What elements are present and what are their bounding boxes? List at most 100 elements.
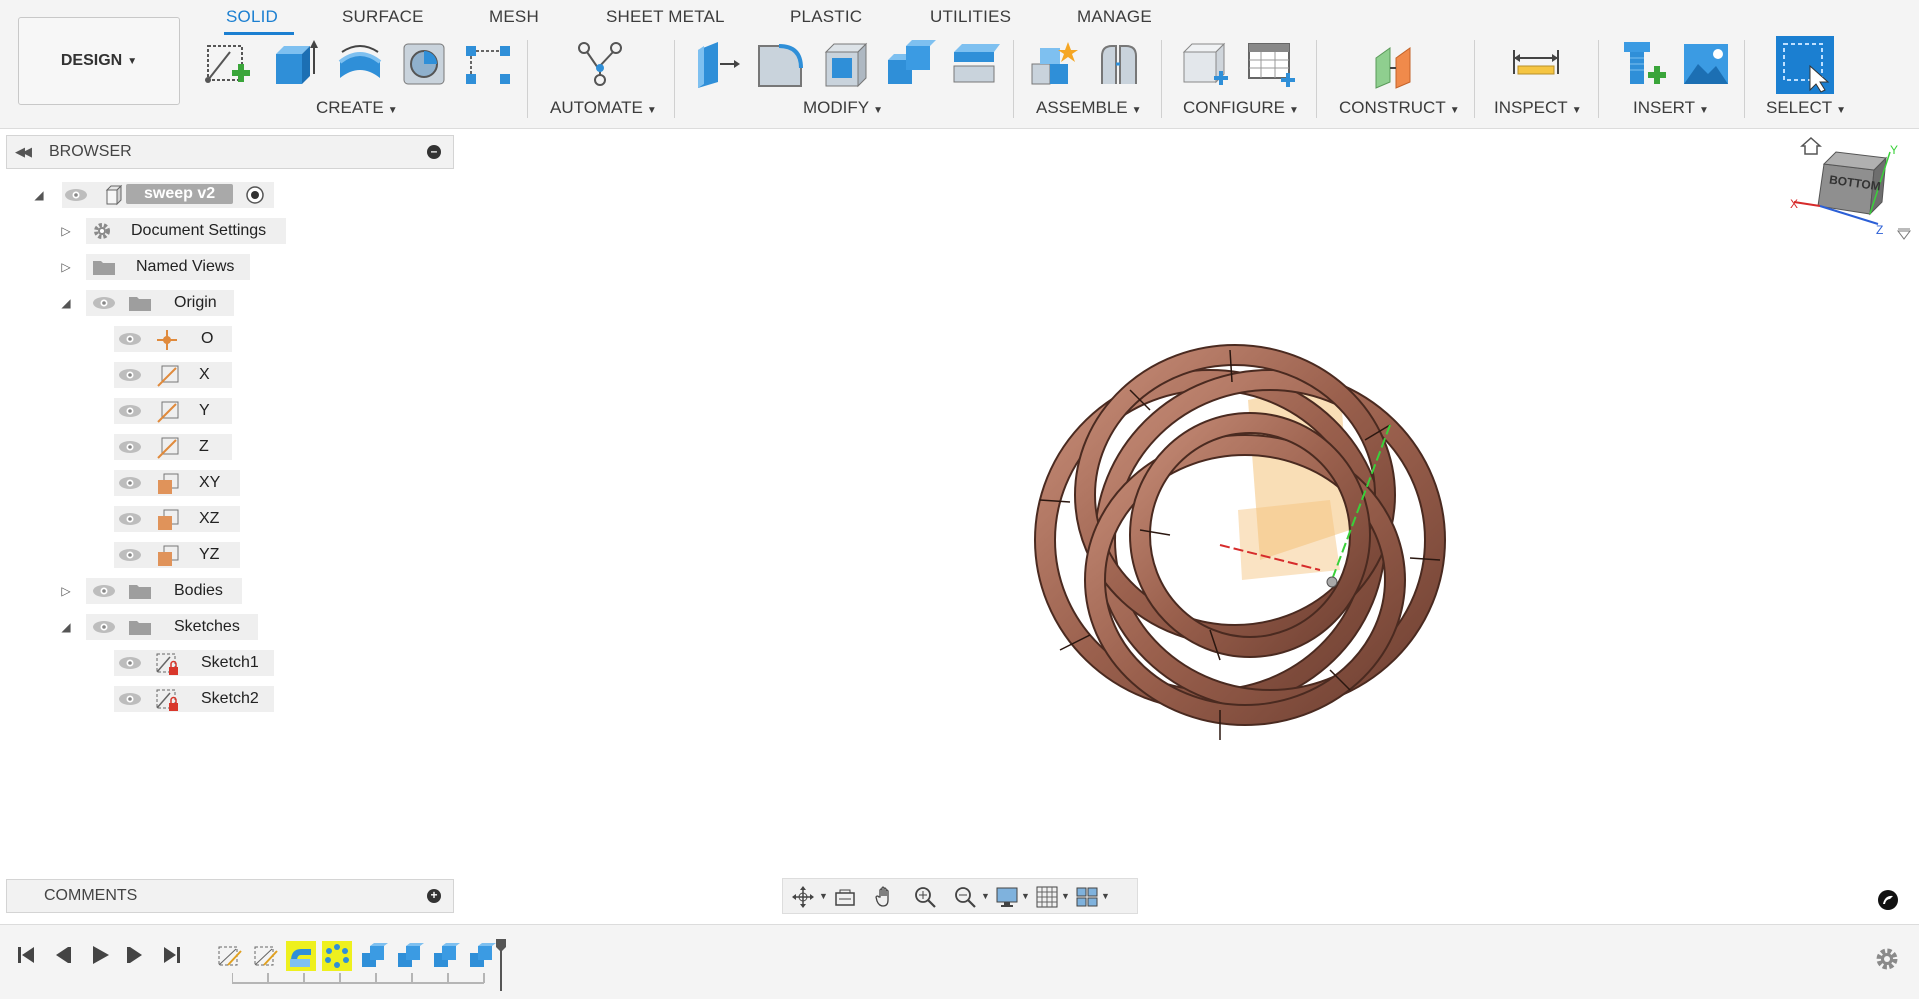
automate-icon[interactable]	[574, 38, 626, 90]
chevron-down-icon[interactable]: ▼	[819, 891, 828, 901]
new-component-icon[interactable]	[1028, 38, 1080, 90]
tab-manage[interactable]: MANAGE	[1077, 7, 1152, 27]
home-icon[interactable]	[1800, 136, 1822, 156]
tree-item-xy-plane[interactable]: XY	[0, 468, 300, 498]
chevron-down-icon[interactable]: ▼	[1021, 891, 1030, 901]
timeline-sweep-feature[interactable]	[286, 941, 316, 971]
tree-item-z-axis[interactable]: Z	[0, 432, 300, 462]
collapse-triangle-icon[interactable]: ◢	[32, 188, 46, 202]
hole-icon[interactable]	[398, 38, 450, 90]
settings-gear-icon[interactable]	[1874, 946, 1900, 972]
configure-icon[interactable]	[1180, 38, 1232, 90]
skip-to-end-icon[interactable]	[160, 943, 184, 967]
tree-item-sketch1[interactable]: Sketch1	[0, 648, 300, 678]
tree-item-origin-point[interactable]: O	[0, 324, 300, 354]
eye-icon[interactable]	[92, 295, 116, 316]
timeline-sketch-feature[interactable]	[250, 941, 280, 971]
browser-panel-header[interactable]: ◀◀ BROWSER –	[6, 135, 454, 169]
insert-mcmaster-icon[interactable]	[1618, 38, 1670, 90]
automate-menu[interactable]: AUTOMATE ▼	[550, 98, 657, 118]
tree-item-sketch2[interactable]: Sketch2	[0, 684, 300, 714]
offset-plane-icon[interactable]	[1368, 38, 1420, 90]
expand-triangle-icon[interactable]: ▷	[59, 224, 73, 238]
collapse-triangle-icon[interactable]: ◢	[59, 296, 73, 310]
pattern-icon[interactable]	[462, 38, 514, 90]
revolve-icon[interactable]	[334, 38, 386, 90]
inspect-menu[interactable]: INSPECT ▼	[1494, 98, 1582, 118]
add-comment-icon[interactable]: +	[427, 889, 441, 903]
timeline-marker-handle[interactable]	[496, 939, 506, 991]
extrude-icon[interactable]	[268, 38, 320, 90]
insert-menu[interactable]: INSERT ▼	[1633, 98, 1709, 118]
timeline-combine-feature[interactable]	[430, 941, 460, 971]
create-sketch-icon[interactable]	[202, 38, 254, 90]
viewports-icon[interactable]	[1075, 885, 1099, 909]
viewcube-menu-icon[interactable]	[1896, 228, 1912, 242]
tab-sheet-metal[interactable]: SHEET METAL	[606, 7, 725, 27]
workspace-switcher-button[interactable]: DESIGN ▼	[18, 17, 180, 105]
tree-item-root[interactable]: ◢ sweep v2	[0, 180, 300, 210]
configuration-table-icon[interactable]	[1245, 38, 1297, 90]
tab-surface[interactable]: SURFACE	[342, 7, 424, 27]
timeline-combine-feature[interactable]	[394, 941, 424, 971]
tab-solid[interactable]: SOLID	[226, 7, 278, 27]
eye-icon[interactable]	[92, 619, 116, 640]
tree-item-yz-plane[interactable]: YZ	[0, 540, 300, 570]
tree-item-sketches[interactable]: ◢ Sketches	[0, 612, 300, 642]
comments-panel-header[interactable]: COMMENTS +	[6, 879, 454, 913]
look-at-icon[interactable]	[833, 885, 857, 909]
press-pull-icon[interactable]	[690, 38, 742, 90]
eye-icon[interactable]	[118, 439, 142, 460]
activate-radio-icon[interactable]	[246, 186, 264, 209]
grid-settings-icon[interactable]	[1035, 885, 1059, 909]
chevron-down-icon[interactable]: ▼	[1101, 891, 1110, 901]
offset-face-icon[interactable]	[948, 38, 1000, 90]
tree-item-bodies[interactable]: ▷ Bodies	[0, 576, 300, 606]
status-badge-icon[interactable]	[1877, 889, 1899, 911]
eye-icon[interactable]	[118, 403, 142, 424]
chevron-down-icon[interactable]: ▼	[981, 891, 990, 901]
tree-item-xz-plane[interactable]: XZ	[0, 504, 300, 534]
pan-hand-icon[interactable]	[873, 885, 897, 909]
construct-menu[interactable]: CONSTRUCT ▼	[1339, 98, 1460, 118]
eye-icon[interactable]	[118, 691, 142, 712]
expand-triangle-icon[interactable]: ▷	[59, 260, 73, 274]
insert-canvas-icon[interactable]	[1680, 38, 1732, 90]
eye-icon[interactable]	[64, 187, 88, 208]
joint-icon[interactable]	[1092, 38, 1144, 90]
eye-icon[interactable]	[118, 655, 142, 676]
tree-item-named-views[interactable]: ▷ Named Views	[0, 252, 300, 282]
shell-icon[interactable]	[820, 38, 872, 90]
expand-triangle-icon[interactable]: ▷	[59, 584, 73, 598]
configure-menu[interactable]: CONFIGURE ▼	[1183, 98, 1299, 118]
tab-utilities[interactable]: UTILITIES	[930, 7, 1011, 27]
chevron-down-icon[interactable]: ▼	[1061, 891, 1070, 901]
create-menu[interactable]: CREATE ▼	[316, 98, 398, 118]
step-back-icon[interactable]	[50, 943, 74, 967]
modify-menu[interactable]: MODIFY ▼	[803, 98, 883, 118]
eye-icon[interactable]	[118, 511, 142, 532]
zoom-icon[interactable]	[913, 885, 937, 909]
tree-item-origin[interactable]: ◢ Origin	[0, 288, 300, 318]
tab-mesh[interactable]: MESH	[489, 7, 539, 27]
fillet-icon[interactable]	[755, 38, 807, 90]
eye-icon[interactable]	[92, 583, 116, 604]
measure-icon[interactable]	[1510, 38, 1562, 90]
eye-icon[interactable]	[118, 367, 142, 388]
tab-plastic[interactable]: PLASTIC	[790, 7, 862, 27]
tree-item-y-axis[interactable]: Y	[0, 396, 300, 426]
combine-icon[interactable]	[884, 38, 936, 90]
select-icon[interactable]	[1776, 36, 1834, 94]
tree-item-document-settings[interactable]: ▷ Document Settings	[0, 216, 300, 246]
collapse-triangle-icon[interactable]: ◢	[59, 620, 73, 634]
timeline-combine-feature[interactable]	[358, 941, 388, 971]
timeline-sketch-feature[interactable]	[214, 941, 244, 971]
tree-item-x-axis[interactable]: X	[0, 360, 300, 390]
sweep-body-model[interactable]	[1020, 330, 1490, 770]
display-settings-icon[interactable]	[995, 885, 1019, 909]
eye-icon[interactable]	[118, 475, 142, 496]
minimize-icon[interactable]: –	[427, 145, 441, 159]
skip-to-start-icon[interactable]	[14, 943, 38, 967]
collapse-panel-icon[interactable]: ◀◀	[15, 144, 32, 160]
timeline-pattern-feature[interactable]	[322, 941, 352, 971]
